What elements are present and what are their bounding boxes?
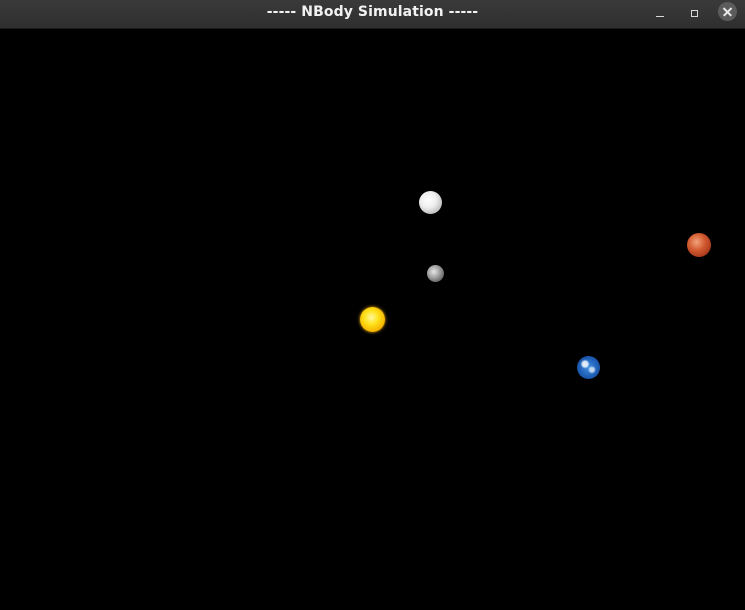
mars-body: [687, 233, 711, 257]
close-icon: [718, 2, 737, 21]
maximize-icon: [690, 9, 698, 17]
window-title: ----- NBody Simulation -----: [266, 4, 479, 20]
simulation-canvas[interactable]: [0, 29, 745, 610]
maximize-button[interactable]: [684, 3, 704, 23]
close-button[interactable]: [717, 1, 738, 22]
moon-body: [419, 191, 442, 214]
mercury-body: [427, 265, 444, 282]
sun-body: [360, 307, 385, 332]
minimize-button[interactable]: [650, 3, 670, 23]
app-window: ----- NBody Simulation -----: [0, 0, 745, 610]
earth-body: [577, 356, 600, 379]
title-bar[interactable]: ----- NBody Simulation -----: [0, 0, 745, 29]
minimize-icon: [656, 15, 664, 17]
